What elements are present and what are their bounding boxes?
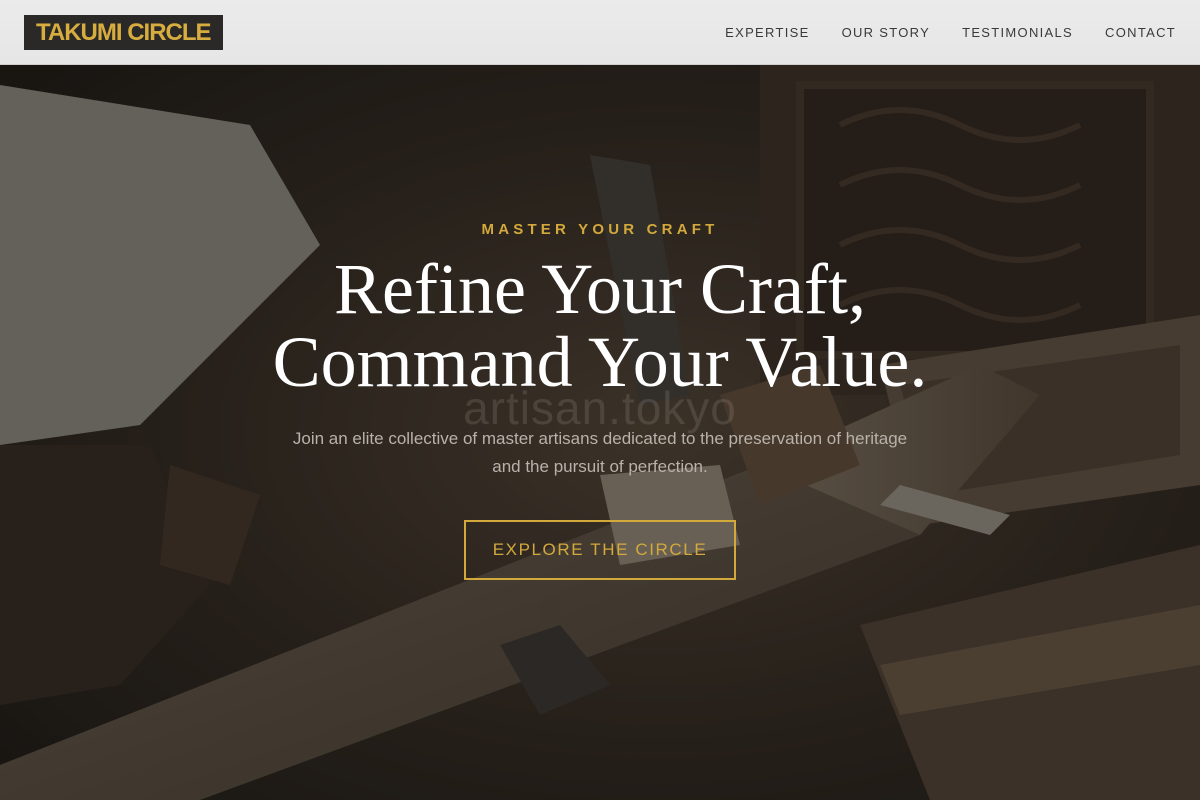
hero-headline-line-1: Refine Your Craft,	[334, 249, 866, 329]
hero-section: MASTER YOUR CRAFT Refine Your Craft, Com…	[0, 65, 1200, 800]
hero-headline: Refine Your Craft, Command Your Value.	[0, 253, 1200, 399]
hero-subheading: Join an elite collective of master artis…	[0, 425, 1200, 481]
hero-subheading-line-1: Join an elite collective of master artis…	[292, 429, 908, 448]
main-nav: EXPERTISE OUR STORY TESTIMONIALS CONTACT	[725, 25, 1176, 40]
site-logo[interactable]: TAKUMI CIRCLE	[24, 14, 223, 50]
hero-subheading-line-2: and the pursuit of perfection.	[492, 457, 708, 476]
nav-link-contact[interactable]: CONTACT	[1105, 25, 1176, 40]
nav-link-expertise[interactable]: EXPERTISE	[725, 25, 809, 40]
nav-link-our-story[interactable]: OUR STORY	[842, 25, 931, 40]
hero-eyebrow: MASTER YOUR CRAFT	[481, 221, 719, 238]
landing-page: TAKUMI CIRCLE EXPERTISE OUR STORY TESTIM…	[0, 0, 1200, 800]
explore-circle-button[interactable]: EXPLORE THE CIRCLE	[464, 520, 736, 580]
nav-link-testimonials[interactable]: TESTIMONIALS	[962, 25, 1073, 40]
site-header: TAKUMI CIRCLE EXPERTISE OUR STORY TESTIM…	[0, 0, 1200, 65]
